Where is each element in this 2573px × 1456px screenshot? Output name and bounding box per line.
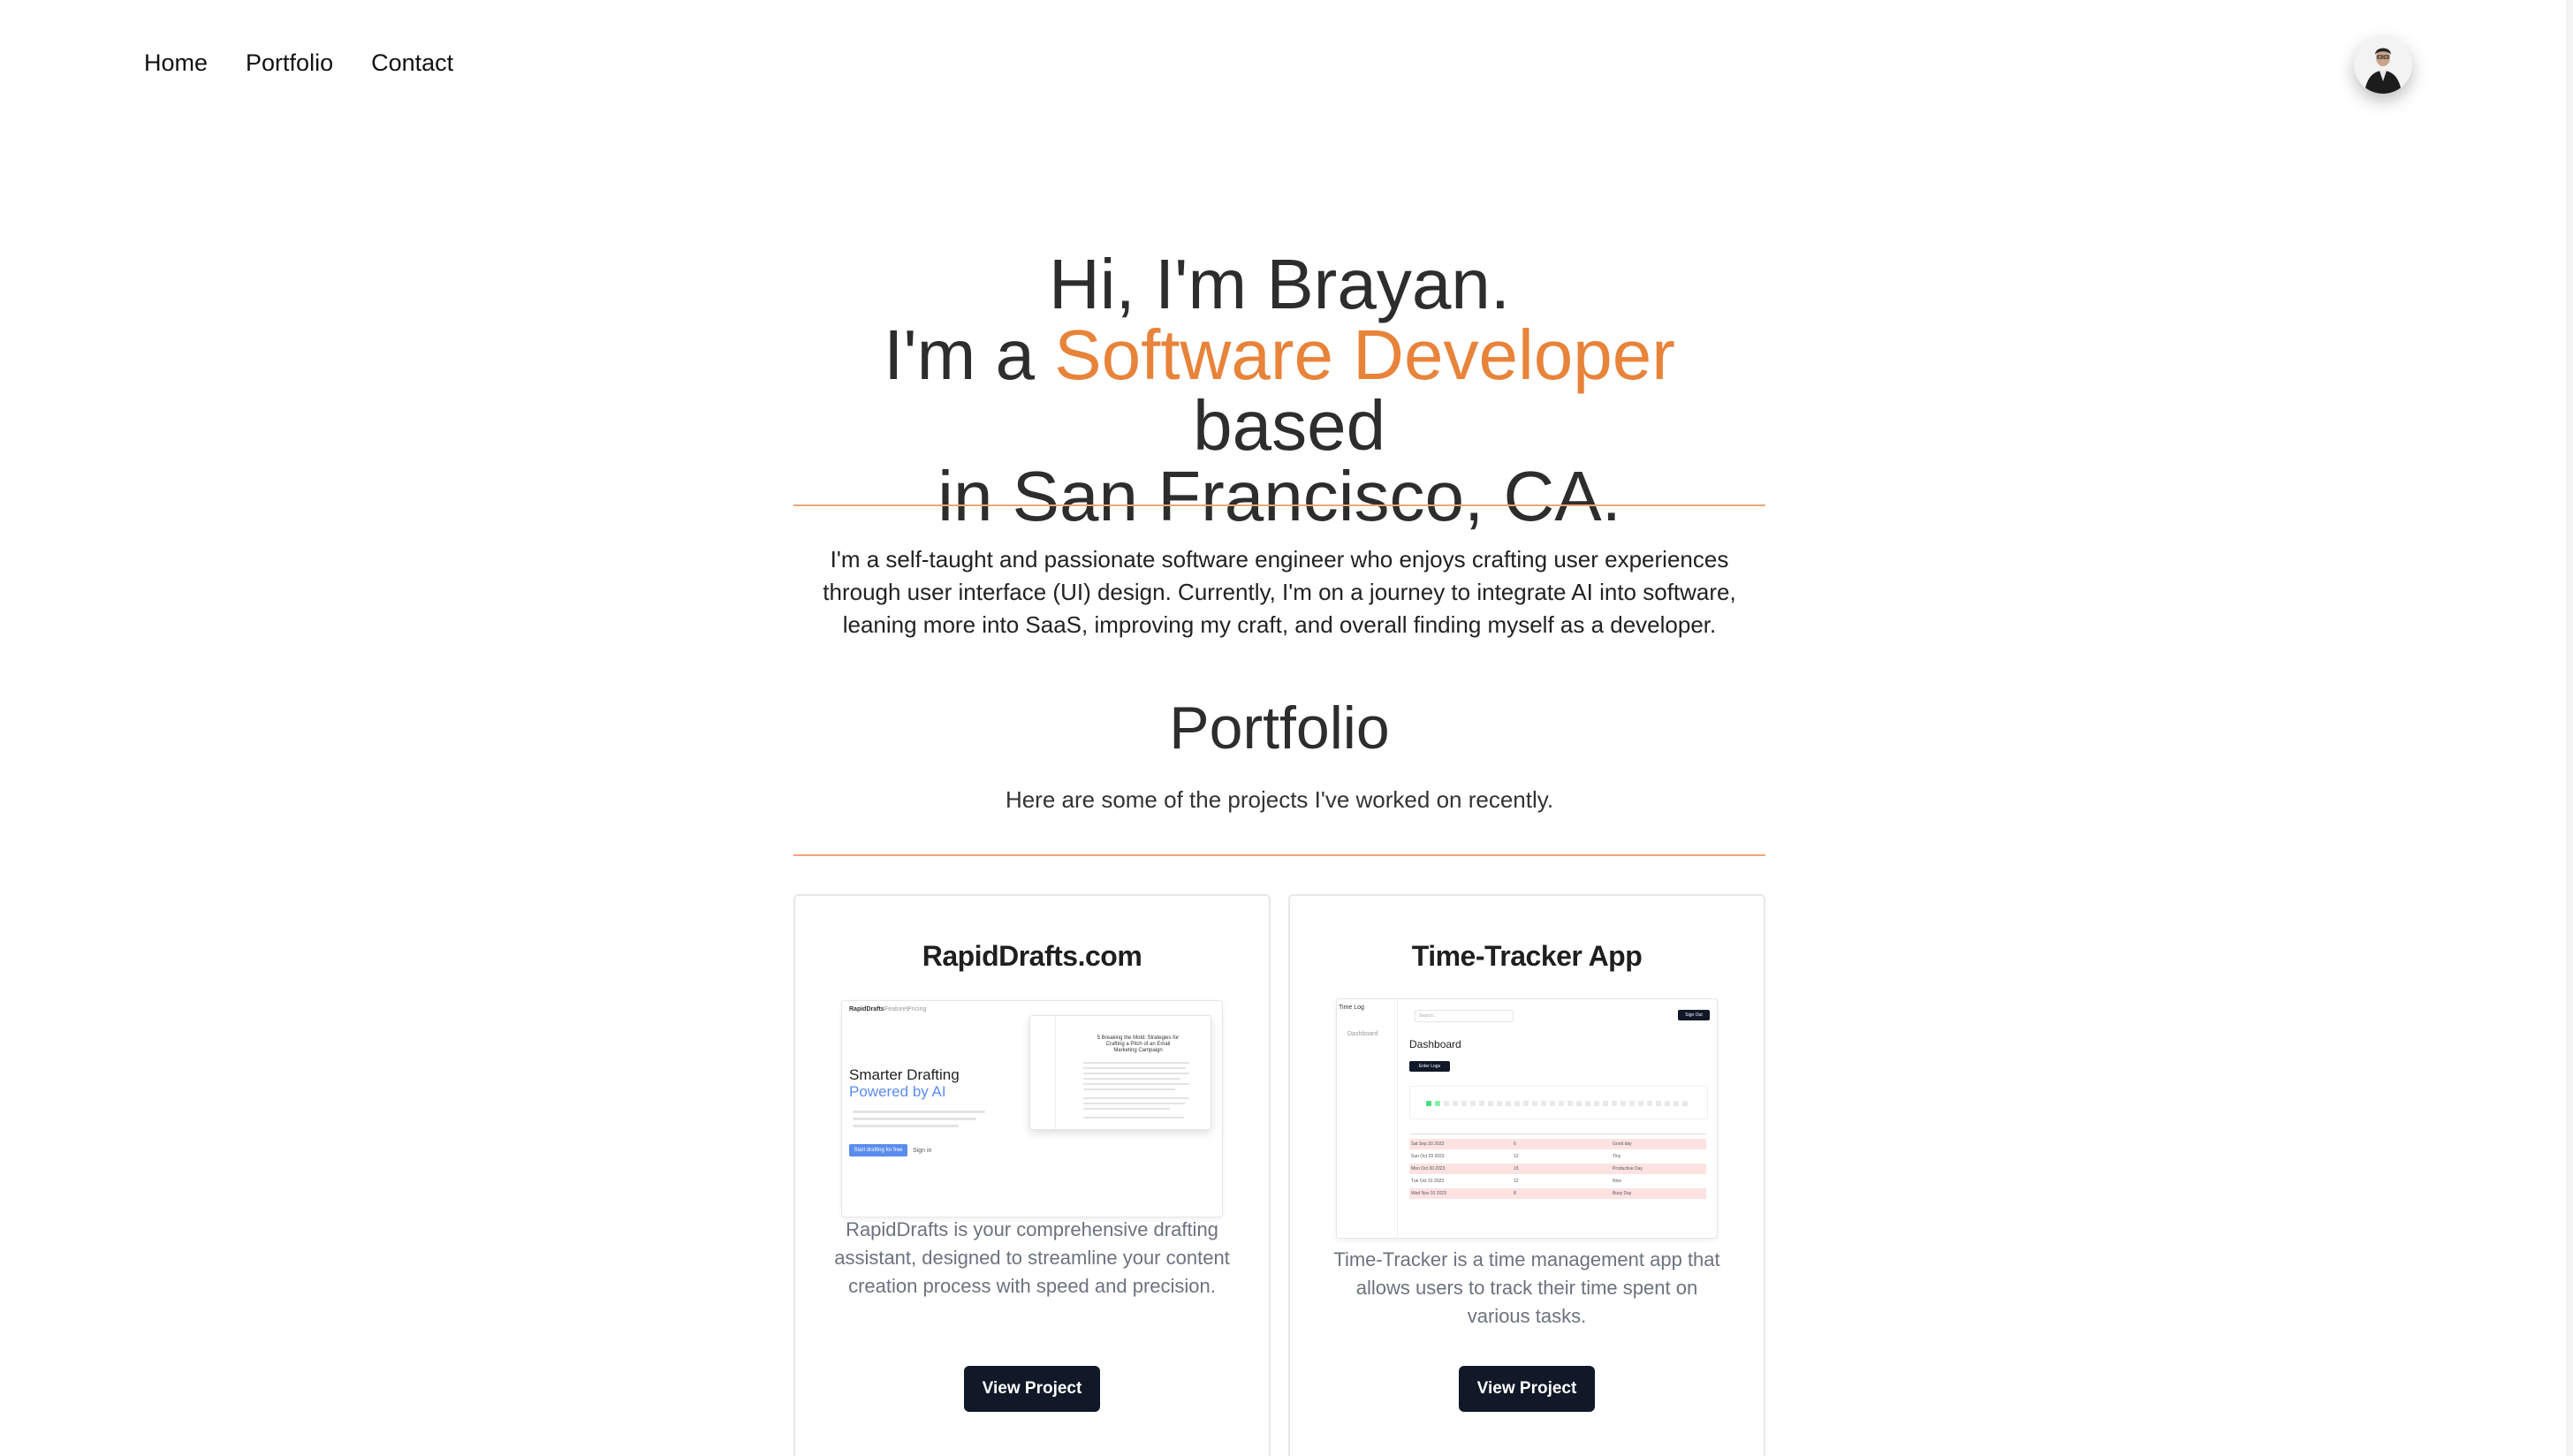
preview-table-cell: 12 — [1514, 1179, 1519, 1184]
project-description: RapidDrafts is your comprehensive drafti… — [834, 1218, 1230, 1297]
preview-table-cell: 8 — [1514, 1191, 1516, 1196]
hero-role-accent: Software Developer — [1054, 315, 1675, 394]
preview-table-row: Sun Oct 29 2023 12 Tiny — [1409, 1151, 1706, 1162]
preview-headline: Smarter Drafting — [849, 1066, 960, 1083]
portfolio-subtitle: Here are some of the projects I've worke… — [1005, 786, 1554, 813]
preview-table-row: Wed Nov 01 2023 8 Busy Day — [1409, 1188, 1706, 1199]
preview-doc-title: 5 Breaking the Mold: Strategies for Craf… — [1097, 1035, 1180, 1053]
portfolio-title: Portfolio — [1169, 694, 1390, 762]
project-title: Time-Tracker App — [1411, 940, 1643, 972]
preview-table-row: Tue Oct 31 2023 12 Nice — [1409, 1176, 1706, 1187]
preview-table-cell: Nice — [1613, 1179, 1622, 1184]
nav-home-link[interactable]: Home — [144, 49, 208, 77]
preview-cta: Start drafting for free — [849, 1144, 907, 1156]
page: Home Portfolio Contact Hi, I'm Brayan. I… — [0, 0, 2573, 1456]
preview-table-cell: Busy Day — [1613, 1191, 1632, 1196]
preview-table-cell: 6 — [1514, 1141, 1516, 1147]
hero-divider — [793, 504, 1765, 506]
preview-heading: Dashboard — [1409, 1038, 1461, 1050]
view-project-button[interactable]: View Project — [964, 1366, 1100, 1412]
preview-nav-pricing: Pricing — [907, 1006, 927, 1012]
hero-line-1: Hi, I'm Brayan. — [1048, 245, 1511, 323]
project-card-rapiddrafts: RapidDrafts.com RapidDrafts Features Pri… — [793, 894, 1271, 1456]
project-title: RapidDrafts.com — [922, 940, 1142, 972]
preview-table-cell: Sun Oct 29 2023 — [1411, 1154, 1445, 1159]
view-project-button[interactable]: View Project — [1459, 1366, 1595, 1412]
preview-table-cell: Productive Day — [1613, 1166, 1643, 1172]
person-photo-icon — [2354, 35, 2412, 94]
preview-headline-accent: Powered by AI — [849, 1083, 946, 1100]
avatar[interactable] — [2354, 35, 2412, 94]
hero-line-2-suffix: based — [1173, 386, 1386, 465]
nav-portfolio-link[interactable]: Portfolio — [246, 49, 333, 77]
preview-table-cell: 12 — [1514, 1154, 1519, 1159]
preview-nav-features: Features — [884, 1006, 909, 1012]
preview-table-row: Sat Sep 30 2023 6 Good day — [1409, 1139, 1706, 1149]
preview-document: 5 Breaking the Mold: Strategies for Craf… — [1029, 1015, 1211, 1130]
preview-signout: Sign Out — [1678, 1010, 1710, 1020]
preview-table-cell: 15 — [1514, 1166, 1519, 1172]
project-screenshot: RapidDrafts Features Pricing Smarter Dra… — [841, 1000, 1223, 1217]
preview-search: Search... — [1415, 1010, 1514, 1022]
scrollbar[interactable] — [2566, 0, 2573, 1456]
preview-table-cell: Tiny — [1613, 1154, 1621, 1159]
preview-table-cell: Sat Sep 30 2023 — [1411, 1141, 1445, 1147]
preview-table-cell: Good day — [1613, 1141, 1632, 1147]
hero-line-2-prefix: I'm a — [884, 315, 1055, 394]
hero-heading: Hi, I'm Brayan. I'm a Software Developer… — [793, 249, 1765, 532]
project-card-time-tracker: Time-Tracker App Time Log Dashboard Sear… — [1288, 894, 1765, 1456]
nav-contact-link[interactable]: Contact — [371, 49, 453, 77]
preview-app-name: Time Log — [1339, 1005, 1364, 1011]
preview-table-row: Mon Oct 30 2023 15 Productive Day — [1409, 1164, 1706, 1174]
top-nav: Home Portfolio Contact — [144, 49, 453, 77]
preview-activity-grid — [1409, 1086, 1708, 1119]
preview-sidebar-dashboard: Dashboard — [1347, 1031, 1378, 1037]
preview-brand: RapidDrafts — [849, 1006, 884, 1012]
preview-signin: Sign in — [913, 1148, 932, 1154]
preview-enter-logs: Enter Logs — [1409, 1061, 1450, 1072]
preview-table-cell: Mon Oct 30 2023 — [1411, 1166, 1446, 1172]
project-screenshot: Time Log Dashboard Search... Sign Out Da… — [1336, 998, 1718, 1239]
about-text: I'm a self-taught and passionate softwar… — [823, 546, 1736, 638]
hero-line-3: in San Francisco, CA. — [937, 457, 1621, 535]
portfolio-divider — [793, 854, 1765, 856]
project-description: Time-Tracker is a time management app th… — [1333, 1248, 1720, 1327]
preview-table-cell: Tue Oct 31 2023 — [1411, 1179, 1445, 1184]
preview-table-cell: Wed Nov 01 2023 — [1411, 1191, 1446, 1196]
